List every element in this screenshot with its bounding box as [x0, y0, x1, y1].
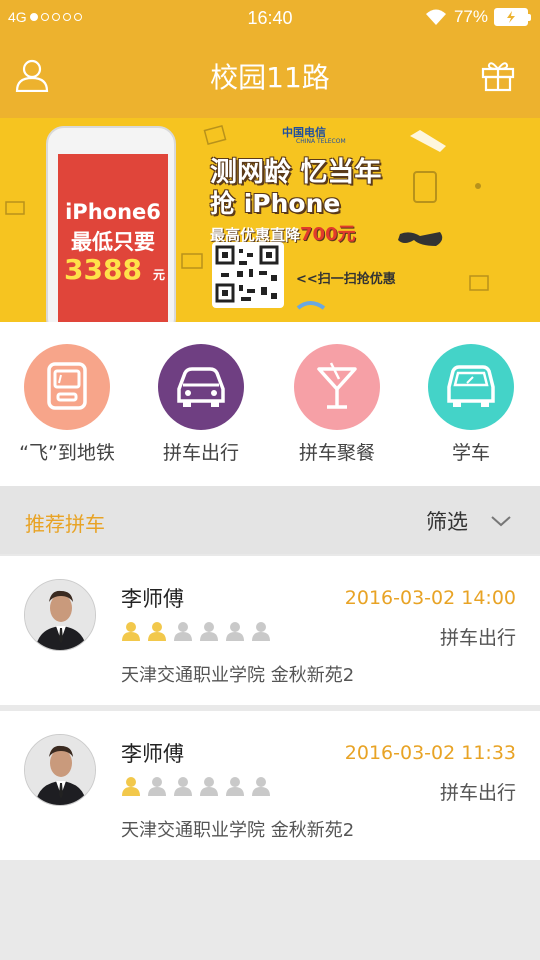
quick-action-label: 拼车出行: [162, 442, 239, 464]
phone-price: 3388: [64, 253, 142, 286]
iphone-image: iPhone6 最低只要 3388 元: [46, 126, 176, 322]
section-title: 推荐拼车: [25, 512, 105, 536]
ride-time: 2016-03-02 11:33: [344, 742, 516, 764]
chevron-down-icon: [491, 516, 511, 527]
quick-action-dining[interactable]: 拼车聚餐: [272, 344, 402, 465]
phone-screen: iPhone6 最低只要 3388 元: [58, 154, 168, 322]
scan-prompt: <<扫一扫抢优惠: [296, 272, 396, 287]
banner-subheadline: 抢 iPhone: [210, 189, 341, 218]
cocktail-icon: [294, 344, 380, 430]
offer-amount: 700元: [300, 224, 356, 245]
quick-action-label: “飞”到地铁: [19, 442, 115, 464]
rating-person-empty-icon: [226, 777, 244, 796]
rating-stars: [121, 776, 271, 796]
driver-name: 李师傅: [121, 587, 184, 611]
rating-person-filled-icon: [122, 777, 140, 796]
filter-button[interactable]: 筛选: [426, 506, 512, 536]
quick-action-label: 拼车聚餐: [298, 442, 375, 464]
phone-price-unit: 元: [153, 268, 166, 282]
recommended-section-header: 推荐拼车 筛选: [0, 486, 540, 554]
page-title: 校园11路: [210, 61, 330, 94]
rating-person-empty-icon: [174, 777, 192, 796]
rating-person-empty-icon: [148, 777, 166, 796]
battery-icon: [494, 8, 531, 26]
ride-type: 拼车出行: [439, 627, 516, 649]
quick-action-carpool[interactable]: 拼车出行: [136, 344, 266, 465]
quick-actions: “飞”到地铁 拼车出行 拼车聚餐 学车: [0, 322, 540, 486]
rating-person-filled-icon: [148, 622, 166, 641]
filter-label: 筛选: [426, 510, 468, 534]
rating-person-filled-icon: [122, 622, 140, 641]
learner-car-icon: [428, 344, 514, 430]
telecom-logo-en: CHINA TELECOM: [296, 138, 346, 145]
avatar: [24, 734, 96, 806]
bus-icon: [24, 344, 110, 430]
promo-banner[interactable]: iPhone6 最低只要 3388 元 中国电信 CHINA TELECOM 测…: [0, 118, 540, 322]
wifi-icon: [425, 9, 446, 25]
qr-code: [212, 242, 284, 308]
rating-person-empty-icon: [200, 622, 218, 641]
rating-person-empty-icon: [252, 622, 270, 641]
rating-person-empty-icon: [226, 622, 244, 641]
quick-action-driving-school[interactable]: 学车: [406, 344, 536, 465]
quick-action-label: 学车: [451, 442, 490, 464]
rating-person-empty-icon: [252, 777, 270, 796]
driver-name: 李师傅: [121, 742, 184, 766]
ride-route: 天津交通职业学院 金秋新苑2: [121, 820, 355, 841]
phone-model-text: iPhone6: [65, 200, 161, 224]
avatar: [24, 579, 96, 651]
battery-percent: 77%: [453, 7, 488, 26]
rating-person-empty-icon: [174, 622, 192, 641]
ride-card[interactable]: 李师傅 2016-03-02 14:00 拼车出行 天津交通职业学院 金秋新苑2: [0, 556, 540, 705]
status-bar: 4G 16:40 77%: [0, 0, 540, 36]
ride-time: 2016-03-02 14:00: [344, 587, 516, 609]
phone-promo-text: 最低只要: [71, 230, 155, 254]
rating-stars: [121, 621, 271, 641]
ride-card[interactable]: 李师傅 2016-03-02 11:33 拼车出行 天津交通职业学院 金秋新苑2: [0, 711, 540, 860]
ride-type: 拼车出行: [439, 782, 516, 804]
car-icon: [158, 344, 244, 430]
ride-route: 天津交通职业学院 金秋新苑2: [121, 665, 355, 686]
rating-person-empty-icon: [200, 777, 218, 796]
gift-icon[interactable]: [481, 58, 515, 92]
app-header: 校园11路: [0, 36, 540, 118]
quick-action-subway[interactable]: “飞”到地铁: [2, 344, 132, 465]
